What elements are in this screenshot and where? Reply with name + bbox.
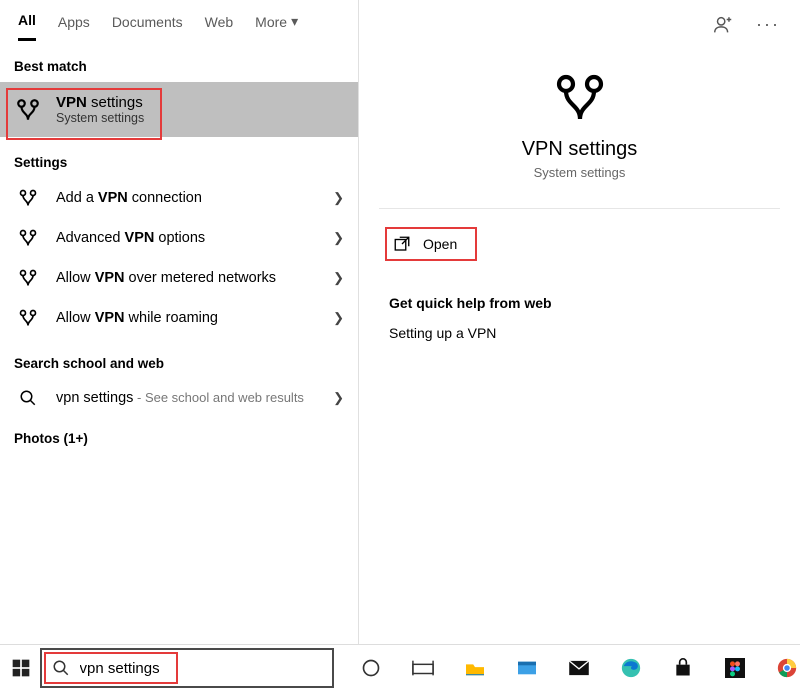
task-view-icon[interactable]	[410, 655, 436, 681]
start-button[interactable]	[4, 649, 38, 687]
settings-item-advanced-vpn[interactable]: Advanced VPN options ❯	[0, 218, 358, 258]
tab-more[interactable]: More ▾	[255, 13, 298, 40]
section-school-web: Search school and web	[0, 338, 358, 379]
tab-web[interactable]: Web	[205, 14, 234, 40]
web-search-item[interactable]: vpn settings - See school and web result…	[0, 379, 358, 417]
edge-icon[interactable]	[618, 655, 644, 681]
vpn-icon	[552, 70, 608, 126]
settings-item-label: Add a VPN connection	[56, 190, 202, 206]
app-icon[interactable]	[514, 655, 540, 681]
vpn-icon	[14, 188, 42, 208]
feedback-icon[interactable]	[712, 14, 734, 36]
cortana-icon[interactable]	[358, 655, 384, 681]
detail-subtitle: System settings	[534, 165, 626, 180]
mail-icon[interactable]	[566, 655, 592, 681]
section-photos: Photos (1+)	[0, 417, 358, 454]
tab-documents[interactable]: Documents	[112, 14, 183, 40]
more-options-icon[interactable]: ···	[756, 14, 780, 36]
settings-item-label: Advanced VPN options	[56, 230, 205, 246]
vpn-icon	[14, 308, 42, 328]
best-match-title: VPN settings	[56, 94, 144, 111]
vpn-icon	[14, 228, 42, 248]
chrome-icon[interactable]	[774, 655, 800, 681]
chevron-right-icon: ❯	[333, 270, 344, 286]
vpn-icon	[14, 268, 42, 288]
vpn-icon	[14, 97, 42, 123]
tab-all[interactable]: All	[18, 12, 36, 41]
taskbar-search[interactable]	[40, 648, 334, 688]
section-best-match: Best match	[0, 41, 358, 82]
store-icon[interactable]	[670, 655, 696, 681]
figma-icon[interactable]	[722, 655, 748, 681]
search-input[interactable]	[80, 660, 332, 677]
settings-item-label: Allow VPN over metered networks	[56, 270, 276, 286]
chevron-down-icon: ▾	[291, 13, 298, 30]
quick-help-header: Get quick help from web	[389, 295, 770, 311]
section-settings: Settings	[0, 137, 358, 178]
chevron-right-icon: ❯	[333, 230, 344, 246]
settings-item-vpn-roaming[interactable]: Allow VPN while roaming ❯	[0, 298, 358, 338]
file-explorer-icon[interactable]	[462, 655, 488, 681]
open-icon	[393, 235, 411, 253]
open-label: Open	[423, 236, 457, 252]
settings-item-label: Allow VPN while roaming	[56, 310, 218, 326]
chevron-right-icon: ❯	[333, 310, 344, 326]
settings-item-add-vpn[interactable]: Add a VPN connection ❯	[0, 178, 358, 218]
open-button[interactable]: Open	[385, 227, 477, 261]
settings-item-vpn-metered[interactable]: Allow VPN over metered networks ❯	[0, 258, 358, 298]
web-item-label: vpn settings - See school and web result…	[56, 390, 304, 406]
tab-more-label: More	[255, 14, 287, 30]
search-icon	[52, 659, 70, 677]
result-best-match[interactable]: VPN settings System settings	[0, 82, 358, 137]
chevron-right-icon: ❯	[333, 390, 344, 406]
chevron-right-icon: ❯	[333, 190, 344, 206]
best-match-subtitle: System settings	[56, 111, 144, 125]
tab-apps[interactable]: Apps	[58, 14, 90, 40]
search-icon	[14, 389, 42, 407]
quick-help-link[interactable]: Setting up a VPN	[389, 325, 770, 341]
detail-title: VPN settings	[522, 138, 638, 161]
